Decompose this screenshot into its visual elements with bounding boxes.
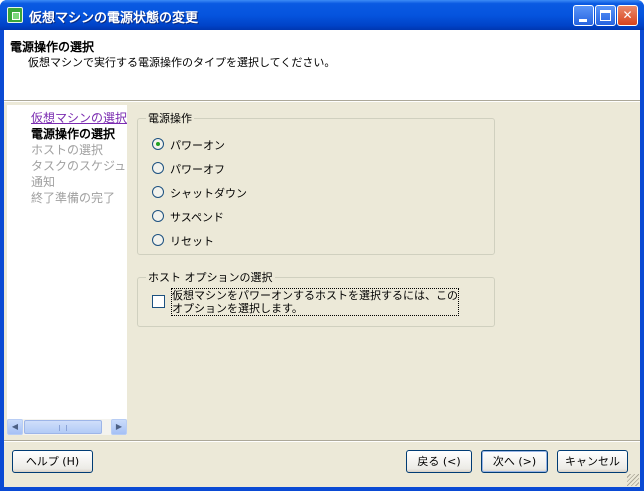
radio-label: リセット bbox=[170, 235, 214, 248]
radio-label: シャットダウン bbox=[170, 187, 247, 200]
window-title: 仮想マシンの電源状態の変更 bbox=[29, 11, 199, 26]
maximize-icon bbox=[600, 10, 611, 21]
resize-grip-icon[interactable] bbox=[627, 474, 639, 486]
dialog-client: 電源操作の選択 仮想マシンで実行する電源操作のタイプを選択してください。 仮想マ… bbox=[4, 30, 640, 487]
radio-label: パワーオン bbox=[170, 139, 225, 152]
wizard-header: 電源操作の選択 仮想マシンで実行する電源操作のタイプを選択してください。 bbox=[4, 30, 640, 101]
wizard-steps: 仮想マシンの選択 電源操作の選択 ホストの選択 タスクのスケジュール設 通知 終… bbox=[31, 110, 127, 206]
minimize-icon bbox=[579, 19, 587, 22]
wizard-window: 仮想マシンの電源状態の変更 ✕ 電源操作の選択 仮想マシンで実行する電源操作のタ… bbox=[0, 0, 644, 491]
select-host-checkbox-label[interactable]: 仮想マシンをパワーオンするホストを選択するには、このオプションを選択します。 bbox=[171, 288, 459, 316]
host-options-legend: ホスト オプションの選択 bbox=[146, 269, 275, 285]
step-select-host: ホストの選択 bbox=[31, 143, 104, 157]
grip-icon bbox=[59, 425, 67, 431]
radio-button[interactable] bbox=[152, 186, 164, 198]
radio-button[interactable] bbox=[152, 234, 164, 246]
cancel-button[interactable]: キャンセル bbox=[557, 450, 628, 473]
host-options-group: ホスト オプションの選択 仮想マシンをパワーオンするホストを選択するには、このオ… bbox=[137, 269, 495, 327]
next-button[interactable]: 次へ (>) bbox=[481, 450, 548, 473]
step-notification: 通知 bbox=[31, 175, 56, 189]
scroll-right-icon[interactable]: ▶ bbox=[111, 419, 127, 435]
step-select-vm[interactable]: 仮想マシンの選択 bbox=[31, 110, 127, 126]
page-subtitle: 仮想マシンで実行する電源操作のタイプを選択してください。 bbox=[28, 56, 336, 69]
help-button[interactable]: ヘルプ (H) bbox=[12, 450, 93, 473]
back-button[interactable]: 戻る (<) bbox=[406, 450, 472, 473]
close-button[interactable]: ✕ bbox=[617, 5, 638, 26]
close-icon: ✕ bbox=[622, 8, 633, 22]
radio-button[interactable] bbox=[152, 210, 164, 222]
title-bar[interactable]: 仮想マシンの電源状態の変更 ✕ bbox=[0, 0, 644, 30]
select-host-checkbox[interactable] bbox=[152, 295, 165, 308]
minimize-button[interactable] bbox=[573, 5, 594, 26]
radio-button[interactable] bbox=[152, 162, 164, 174]
scroll-left-icon[interactable]: ◀ bbox=[7, 419, 23, 435]
step-ready-to-complete: 終了準備の完了 bbox=[31, 191, 116, 205]
app-icon bbox=[7, 7, 23, 23]
step-schedule-task: タスクのスケジュール設 bbox=[31, 159, 127, 173]
maximize-button[interactable] bbox=[595, 5, 616, 26]
radio-label: パワーオフ bbox=[170, 163, 225, 176]
steps-horizontal-scrollbar[interactable]: ◀ ▶ bbox=[7, 419, 127, 435]
power-operation-legend: 電源操作 bbox=[146, 110, 194, 126]
step-power-operation: 電源操作の選択 bbox=[31, 127, 116, 141]
wizard-steps-pane: 仮想マシンの選択 電源操作の選択 ホストの選択 タスクのスケジュール設 通知 終… bbox=[7, 105, 127, 435]
wizard-content: 電源操作 パワーオン パワーオフ シャットダウン サスペンド リセット ホスト … bbox=[128, 105, 640, 435]
footer-divider bbox=[4, 440, 640, 442]
radio-label: サスペンド bbox=[170, 211, 225, 224]
power-operation-group: 電源操作 パワーオン パワーオフ シャットダウン サスペンド リセット bbox=[137, 110, 495, 255]
page-title: 電源操作の選択 bbox=[10, 40, 95, 54]
radio-button-selected[interactable] bbox=[152, 138, 164, 150]
header-divider bbox=[4, 101, 640, 102]
scroll-thumb[interactable] bbox=[24, 420, 102, 434]
